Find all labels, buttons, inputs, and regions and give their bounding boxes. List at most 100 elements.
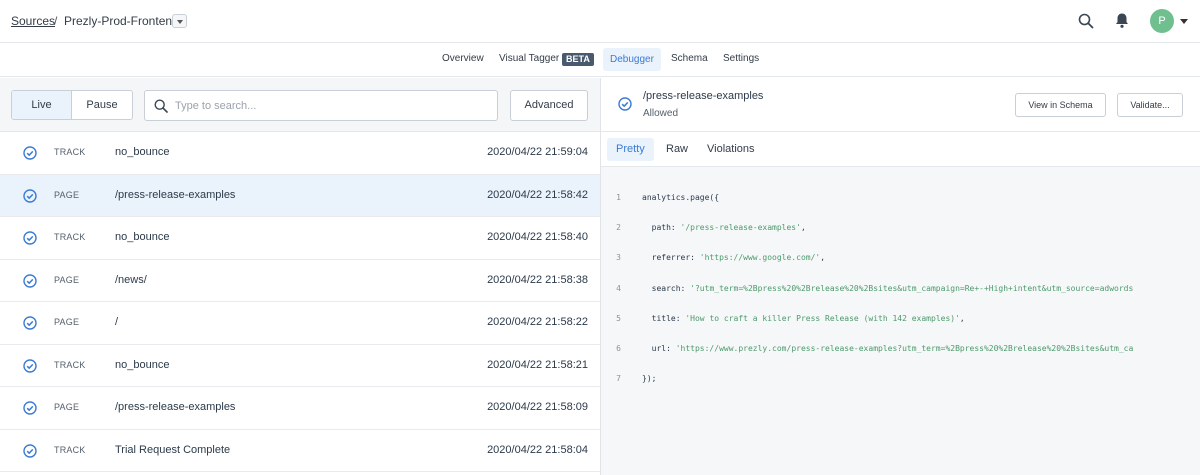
tab-overview[interactable]: Overview [442,53,484,64]
line-number: 1 [616,193,621,202]
tab-settings[interactable]: Settings [723,53,759,64]
event-time: 2020/04/22 21:58:21 [487,358,588,371]
beta-badge: BETA [562,53,594,66]
event-search-box[interactable] [144,90,498,121]
event-time: 2020/04/22 21:58:40 [487,231,588,243]
event-payload-code: 1 analytics.page({ 2 path: '/press-releas… [601,174,1200,403]
code-text: , [800,223,806,233]
check-circle-icon [23,188,37,203]
event-type: PAGE [54,274,80,285]
live-button[interactable]: Live [12,91,72,119]
event-name: no_bounce [115,146,170,158]
breadcrumb-separator: / [54,14,58,28]
code-line: 6 url: 'https://www.prezly.com/press-rel… [601,343,1200,355]
event-row[interactable]: TRACK no_bounce 2020/04/22 21:59:04 [0,132,600,175]
event-time: 2020/04/22 21:58:09 [487,401,588,413]
event-detail-header: /press-release-examples Allowed View in … [601,78,1200,132]
code-line: 7}); [601,373,1200,385]
line-number: 2 [616,223,621,233]
code-text: url: [642,343,676,353]
user-menu-caret-icon[interactable] [1180,19,1188,24]
check-circle-icon [23,401,37,415]
event-type: PAGE [54,402,80,412]
code-line: 1 analytics.page({ [601,192,1200,204]
event-name: no_bounce [115,358,170,371]
event-type: PAGE [54,317,80,327]
code-string: 'How to craft a killer Press Release (wi… [685,313,960,323]
code-text: analytics.page({ [642,193,720,202]
event-time: 2020/04/22 21:58:42 [487,188,588,201]
code-text: }); [642,374,657,384]
code-string: '/press-release-examples' [680,223,801,233]
live-pause-toggle: Live Pause [11,90,133,120]
check-circle-icon [23,316,37,330]
event-row[interactable]: TRACK Trial Request Complete 2020/04/22 … [0,429,600,472]
event-row[interactable]: PAGE /press-release-examples 2020/04/22 … [0,387,600,430]
tab-visual-tagger[interactable]: Visual Tagger [499,53,559,64]
tab-violations[interactable]: Violations [707,143,755,155]
event-name: no_bounce [115,231,170,243]
event-name: Trial Request Complete [115,443,231,456]
code-text: path: [642,223,681,233]
event-type: PAGE [54,189,80,200]
event-search-input[interactable] [175,97,485,115]
code-text: , [959,313,965,323]
advanced-button[interactable]: Advanced [510,90,588,121]
pause-button[interactable]: Pause [72,91,132,119]
code-string: '?utm_term=%2Bpress%20%2Brelease%20%2Bsi… [690,283,1134,293]
user-avatar[interactable]: P [1150,9,1174,33]
event-row[interactable]: TRACK no_bounce 2020/04/22 21:58:21 [0,344,600,387]
event-name: / [115,316,119,328]
event-time: 2020/04/22 21:59:04 [487,146,588,158]
line-number: 6 [616,343,621,353]
check-circle-icon [23,231,37,245]
event-time: 2020/04/22 21:58:04 [487,443,588,456]
code-line: 5 title: 'How to craft a killer Press Re… [601,313,1200,325]
tab-debugger[interactable]: Debugger [603,48,661,71]
notifications-bell-icon[interactable] [1114,12,1130,29]
event-row-selected[interactable]: PAGE /press-release-examples 2020/04/22 … [0,174,600,217]
search-icon [154,99,168,113]
event-row[interactable]: PAGE / 2020/04/22 21:58:22 [0,302,600,345]
event-name: /news/ [115,273,147,286]
code-string: 'https://www.prezly.com/press-release-ex… [675,343,1134,353]
code-text: title: [642,313,686,323]
detail-view-tabs: Pretty Raw Violations [601,132,1200,167]
check-circle-icon [23,358,37,373]
top-bar: Sources / Prezly-Prod-Frontend P [0,0,1200,43]
tab-raw[interactable]: Raw [666,143,688,155]
event-name: /press-release-examples [115,188,236,201]
event-time: 2020/04/22 21:58:22 [487,316,588,328]
stream-controls: Live Pause Advanced [0,78,600,132]
tab-schema[interactable]: Schema [671,53,708,64]
event-row[interactable]: PAGE /news/ 2020/04/22 21:58:38 [0,259,600,302]
check-circle-icon [23,443,37,458]
event-stream-panel: Live Pause Advanced TRACK no_bounce 2020… [0,78,601,475]
code-string: 'https://www.google.com/' [699,253,821,263]
breadcrumb-sources-link[interactable]: Sources [11,14,55,28]
check-circle-icon [618,97,632,111]
line-number: 3 [616,253,621,263]
event-detail-panel: /press-release-examples Allowed View in … [601,78,1200,475]
validate-button[interactable]: Validate... [1117,93,1183,117]
detail-event-name: /press-release-examples [643,90,764,102]
code-line: 3 referrer: 'https://www.google.com/', [601,252,1200,264]
event-type: TRACK [54,232,86,242]
tab-pretty[interactable]: Pretty [607,138,654,161]
event-time: 2020/04/22 21:58:38 [487,273,588,286]
code-line: 2 path: '/press-release-examples', [601,222,1200,234]
detail-event-status: Allowed [643,108,679,119]
event-type: TRACK [54,359,86,370]
event-type: TRACK [54,147,86,157]
event-row[interactable]: TRACK no_bounce 2020/04/22 21:58:40 [0,217,600,260]
source-switcher-dropdown[interactable] [172,14,187,28]
code-line: 4 search: '?utm_term=%2Bpress%20%2Brelea… [601,283,1200,295]
event-list: TRACK no_bounce 2020/04/22 21:59:04 PAGE… [0,132,600,472]
breadcrumb-source-name: Prezly-Prod-Frontend [64,14,179,28]
line-number: 7 [616,374,621,384]
check-circle-icon [23,146,37,160]
search-icon[interactable] [1078,13,1094,29]
code-text: search: [642,283,691,293]
event-name: /press-release-examples [115,401,236,413]
view-in-schema-button[interactable]: View in Schema [1015,93,1106,117]
